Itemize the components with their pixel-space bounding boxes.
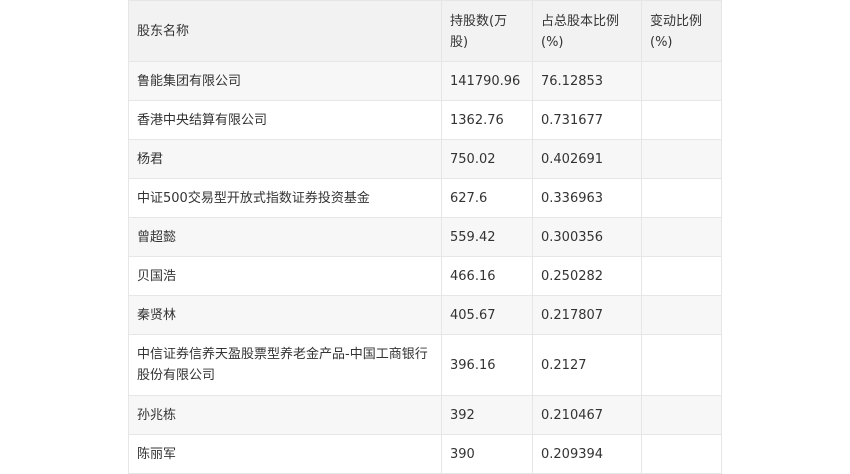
cell-shares-held: 559.42 — [441, 217, 533, 257]
cell-share-percentage: 0.210467 — [532, 395, 642, 435]
header-shares-held-label: 持股数(万股) — [450, 14, 508, 50]
header-row: 股东名称 持股数(万股) 占总股本比例(%) 变动比例(%) — [128, 0, 722, 62]
cell-shareholder-name: 秦贤林 — [128, 295, 442, 335]
cell-shareholder-name: 中证500交易型开放式指数证券投资基金 — [128, 178, 442, 218]
cell-share-percentage: 0.209394 — [532, 434, 642, 474]
cell-shares-held: 1362.76 — [441, 100, 533, 140]
cell-share-percentage: 0.217807 — [532, 295, 642, 335]
cell-change-ratio — [641, 334, 722, 396]
header-shareholder-name-label: 股东名称 — [137, 23, 190, 39]
table-row: 陈丽军 390 0.209394 — [128, 434, 722, 474]
cell-shareholder-name: 陈丽军 — [128, 434, 442, 474]
cell-share-percentage: 0.2127 — [532, 334, 642, 396]
cell-share-percentage: 0.402691 — [532, 139, 642, 179]
table-row: 香港中央结算有限公司 1362.76 0.731677 — [128, 100, 722, 140]
header-change-ratio-label: 变动比例(%) — [650, 14, 703, 50]
cell-shareholder-name: 香港中央结算有限公司 — [128, 100, 442, 140]
header-share-percentage-label: 占总股本比例(%) — [541, 14, 620, 50]
table-row: 秦贤林 405.67 0.217807 — [128, 295, 722, 335]
table-row: 杨君 750.02 0.402691 — [128, 139, 722, 179]
cell-change-ratio — [641, 139, 722, 179]
cell-shareholder-name: 贝国浩 — [128, 256, 442, 296]
table-header: 股东名称 持股数(万股) 占总股本比例(%) 变动比例(%) — [128, 0, 722, 62]
cell-share-percentage: 0.250282 — [532, 256, 642, 296]
shareholders-table: 股东名称 持股数(万股) 占总股本比例(%) 变动比例(%) 鲁能集团有限公司 … — [128, 0, 722, 474]
cell-shares-held: 390 — [441, 434, 533, 474]
cell-shareholder-name: 鲁能集团有限公司 — [128, 61, 442, 101]
cell-shares-held: 396.16 — [441, 334, 533, 396]
cell-shares-held: 466.16 — [441, 256, 533, 296]
cell-shares-held: 392 — [441, 395, 533, 435]
table-row: 鲁能集团有限公司 141790.96 76.12853 — [128, 61, 722, 101]
cell-change-ratio — [641, 395, 722, 435]
cell-change-ratio — [641, 217, 722, 257]
cell-change-ratio — [641, 100, 722, 140]
cell-shareholder-name: 曾超懿 — [128, 217, 442, 257]
cell-change-ratio — [641, 295, 722, 335]
cell-shares-held: 750.02 — [441, 139, 533, 179]
cell-change-ratio — [641, 434, 722, 474]
cell-shares-held: 141790.96 — [441, 61, 533, 101]
table-row: 孙兆栋 392 0.210467 — [128, 395, 722, 435]
table-row: 中证500交易型开放式指数证券投资基金 627.6 0.336963 — [128, 178, 722, 218]
table-row: 中信证券信养天盈股票型养老金产品-中国工商银行股份有限公司 396.16 0.2… — [128, 334, 722, 396]
cell-change-ratio — [641, 61, 722, 101]
cell-change-ratio — [641, 256, 722, 296]
table-row: 贝国浩 466.16 0.250282 — [128, 256, 722, 296]
header-shares-held: 持股数(万股) — [441, 0, 533, 62]
header-share-percentage: 占总股本比例(%) — [532, 0, 642, 62]
table-row: 曾超懿 559.42 0.300356 — [128, 217, 722, 257]
cell-shareholder-name: 中信证券信养天盈股票型养老金产品-中国工商银行股份有限公司 — [128, 334, 442, 396]
cell-share-percentage: 76.12853 — [532, 61, 642, 101]
header-shareholder-name: 股东名称 — [128, 0, 442, 62]
cell-shares-held: 627.6 — [441, 178, 533, 218]
cell-shareholder-name: 杨君 — [128, 139, 442, 179]
cell-share-percentage: 0.300356 — [532, 217, 642, 257]
table-body: 鲁能集团有限公司 141790.96 76.12853 香港中央结算有限公司 1… — [128, 61, 722, 474]
cell-share-percentage: 0.336963 — [532, 178, 642, 218]
cell-share-percentage: 0.731677 — [532, 100, 642, 140]
cell-change-ratio — [641, 178, 722, 218]
cell-shareholder-name: 孙兆栋 — [128, 395, 442, 435]
cell-shares-held: 405.67 — [441, 295, 533, 335]
header-change-ratio: 变动比例(%) — [641, 0, 722, 62]
